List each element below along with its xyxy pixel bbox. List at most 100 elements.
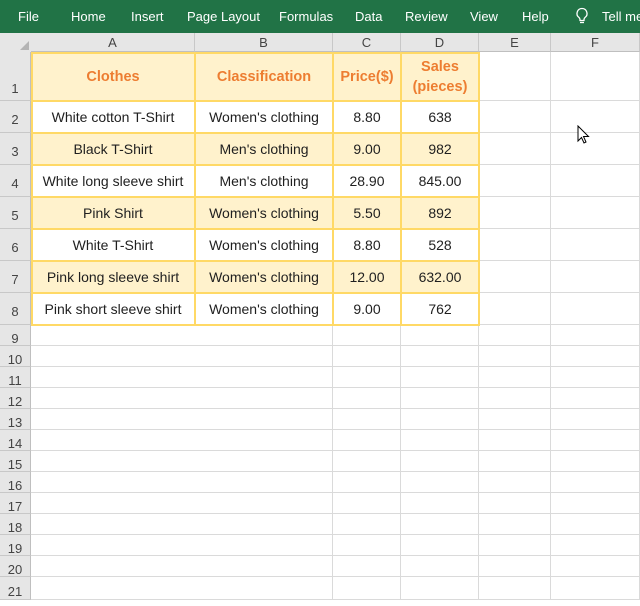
table-cell[interactable]: 9.00 [333,293,401,325]
row-header-18[interactable]: 18 [0,514,31,535]
column-header-b[interactable]: B [195,33,333,52]
row-header-8[interactable]: 8 [0,293,31,325]
tab-page-layout[interactable]: Page Layout [187,9,260,24]
table-cell[interactable]: White long sleeve shirt [31,165,195,197]
row-header-10[interactable]: 10 [0,346,31,367]
worksheet-grid[interactable]: A B C D E F 1 2 3 4 5 6 7 8 9 10 11 12 13 14 15 16 17 18 19 20 21 C… [0,33,640,600]
tab-data[interactable]: Data [355,9,382,24]
tab-formulas[interactable]: Formulas [279,9,333,24]
table-cell[interactable]: 528 [401,229,479,261]
column-header-e[interactable]: E [479,33,551,52]
table-border-horizontal [31,228,480,230]
row-header-11[interactable]: 11 [0,367,31,388]
table-cell[interactable]: Women's clothing [195,229,333,261]
row-header-3[interactable]: 3 [0,133,31,165]
table-cell[interactable]: White T-Shirt [31,229,195,261]
table-cell[interactable]: 5.50 [333,197,401,229]
row-header-17[interactable]: 17 [0,493,31,514]
table-cell[interactable]: 632.00 [401,261,479,293]
gridline-horizontal [31,513,640,514]
table-cell[interactable]: 638 [401,101,479,133]
table-cell[interactable]: 28.90 [333,165,401,197]
table-border-horizontal [31,132,480,134]
table-cell[interactable]: White cotton T-Shirt [31,101,195,133]
gridline-horizontal [31,576,640,577]
lightbulb-icon[interactable] [575,7,589,25]
row-header-2[interactable]: 2 [0,101,31,133]
table-border-horizontal [31,196,480,198]
table-cell[interactable]: 12.00 [333,261,401,293]
tab-home[interactable]: Home [71,9,106,24]
row-header-19[interactable]: 19 [0,535,31,556]
row-header-6[interactable]: 6 [0,229,31,261]
gridline-horizontal [31,366,640,367]
row-header-4[interactable]: 4 [0,165,31,197]
table-border-horizontal [31,100,480,102]
gridline-horizontal [31,450,640,451]
table-border-horizontal [31,324,480,326]
gridline-horizontal [31,345,640,346]
row-header-1[interactable]: 1 [0,52,31,101]
table-cell[interactable]: Women's clothing [195,197,333,229]
table-cell[interactable]: Black T-Shirt [31,133,195,165]
row-header-14[interactable]: 14 [0,430,31,451]
table-border-horizontal [31,292,480,294]
table-border-horizontal [31,164,480,166]
table-cell[interactable]: 892 [401,197,479,229]
table-header-cell[interactable]: Classification [195,52,333,101]
table-border-vertical [332,52,334,325]
gridline-vertical [550,52,551,600]
row-header-21[interactable]: 21 [0,577,31,600]
tab-view[interactable]: View [470,9,498,24]
row-header-12[interactable]: 12 [0,388,31,409]
gridline-horizontal [31,534,640,535]
gridline-horizontal [31,471,640,472]
tell-me-search[interactable]: Tell me [602,9,640,24]
tab-review[interactable]: Review [405,9,448,24]
row-header-5[interactable]: 5 [0,197,31,229]
gridline-horizontal [31,387,640,388]
table-cell[interactable]: 762 [401,293,479,325]
table-border-vertical [194,52,196,325]
row-header-20[interactable]: 20 [0,556,31,577]
table-cell[interactable]: 8.80 [333,229,401,261]
row-header-7[interactable]: 7 [0,261,31,293]
table-header-cell[interactable]: Sales (pieces) [401,52,479,101]
tab-help[interactable]: Help [522,9,549,24]
gridline-horizontal [31,429,640,430]
row-header-9[interactable]: 9 [0,325,31,346]
table-cell[interactable]: Pink Shirt [31,197,195,229]
table-border-horizontal [31,52,480,54]
table-cell[interactable]: Men's clothing [195,133,333,165]
table-border-horizontal [31,260,480,262]
tab-insert[interactable]: Insert [131,9,164,24]
row-header-13[interactable]: 13 [0,409,31,430]
table-border-vertical [31,52,33,325]
column-header-c[interactable]: C [333,33,401,52]
ribbon-bar: File Home Insert Page Layout Formulas Da… [0,0,640,33]
table-cell[interactable]: Women's clothing [195,261,333,293]
table-cell[interactable]: Men's clothing [195,165,333,197]
table-cell[interactable]: Pink short sleeve shirt [31,293,195,325]
column-header-d[interactable]: D [401,33,479,52]
gridline-horizontal [31,408,640,409]
table-header-cell[interactable]: Clothes [31,52,195,101]
row-header-15[interactable]: 15 [0,451,31,472]
table-cell[interactable]: 8.80 [333,101,401,133]
table-border-vertical [400,52,402,325]
table-cell[interactable]: Women's clothing [195,293,333,325]
table-cell[interactable]: 845.00 [401,165,479,197]
table-cell[interactable]: 9.00 [333,133,401,165]
row-header-16[interactable]: 16 [0,472,31,493]
table-cell[interactable]: Pink long sleeve shirt [31,261,195,293]
table-cell[interactable]: 982 [401,133,479,165]
mouse-pointer-icon [577,125,590,144]
table-header-cell[interactable]: Price($) [333,52,401,101]
select-all-corner[interactable] [0,33,32,53]
gridline-horizontal [31,492,640,493]
tab-file[interactable]: File [18,9,39,24]
table-cell[interactable]: Women's clothing [195,101,333,133]
column-header-f[interactable]: F [551,33,640,52]
gridline-horizontal [31,555,640,556]
column-header-a[interactable]: A [31,33,195,52]
